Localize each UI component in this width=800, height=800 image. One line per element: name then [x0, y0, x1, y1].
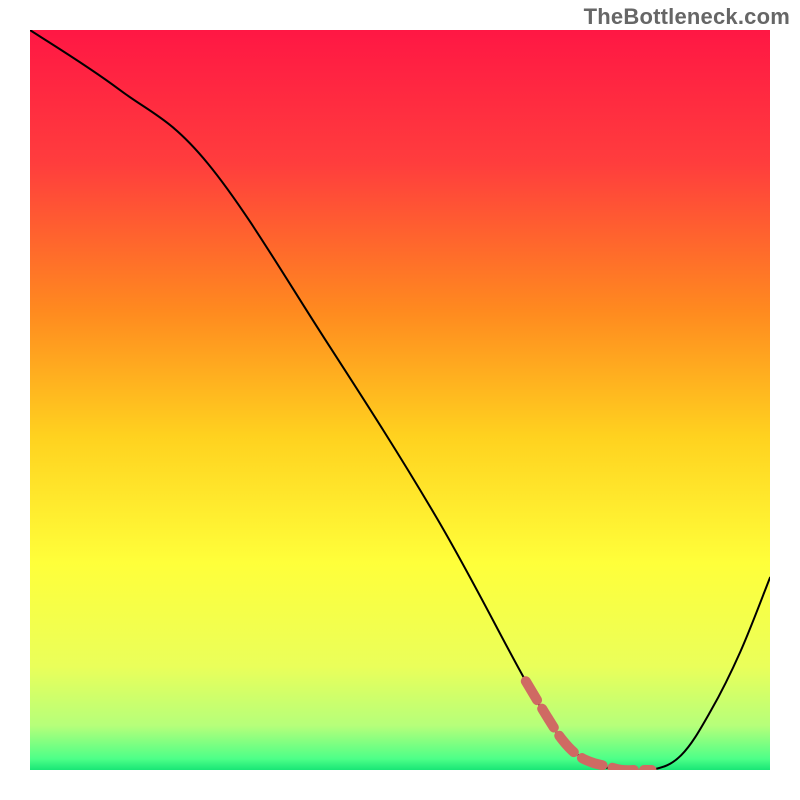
plot-area [30, 30, 770, 770]
gradient-background [30, 30, 770, 770]
attribution-label: TheBottleneck.com [584, 4, 790, 30]
chart-frame: TheBottleneck.com [0, 0, 800, 800]
chart-svg [30, 30, 770, 770]
